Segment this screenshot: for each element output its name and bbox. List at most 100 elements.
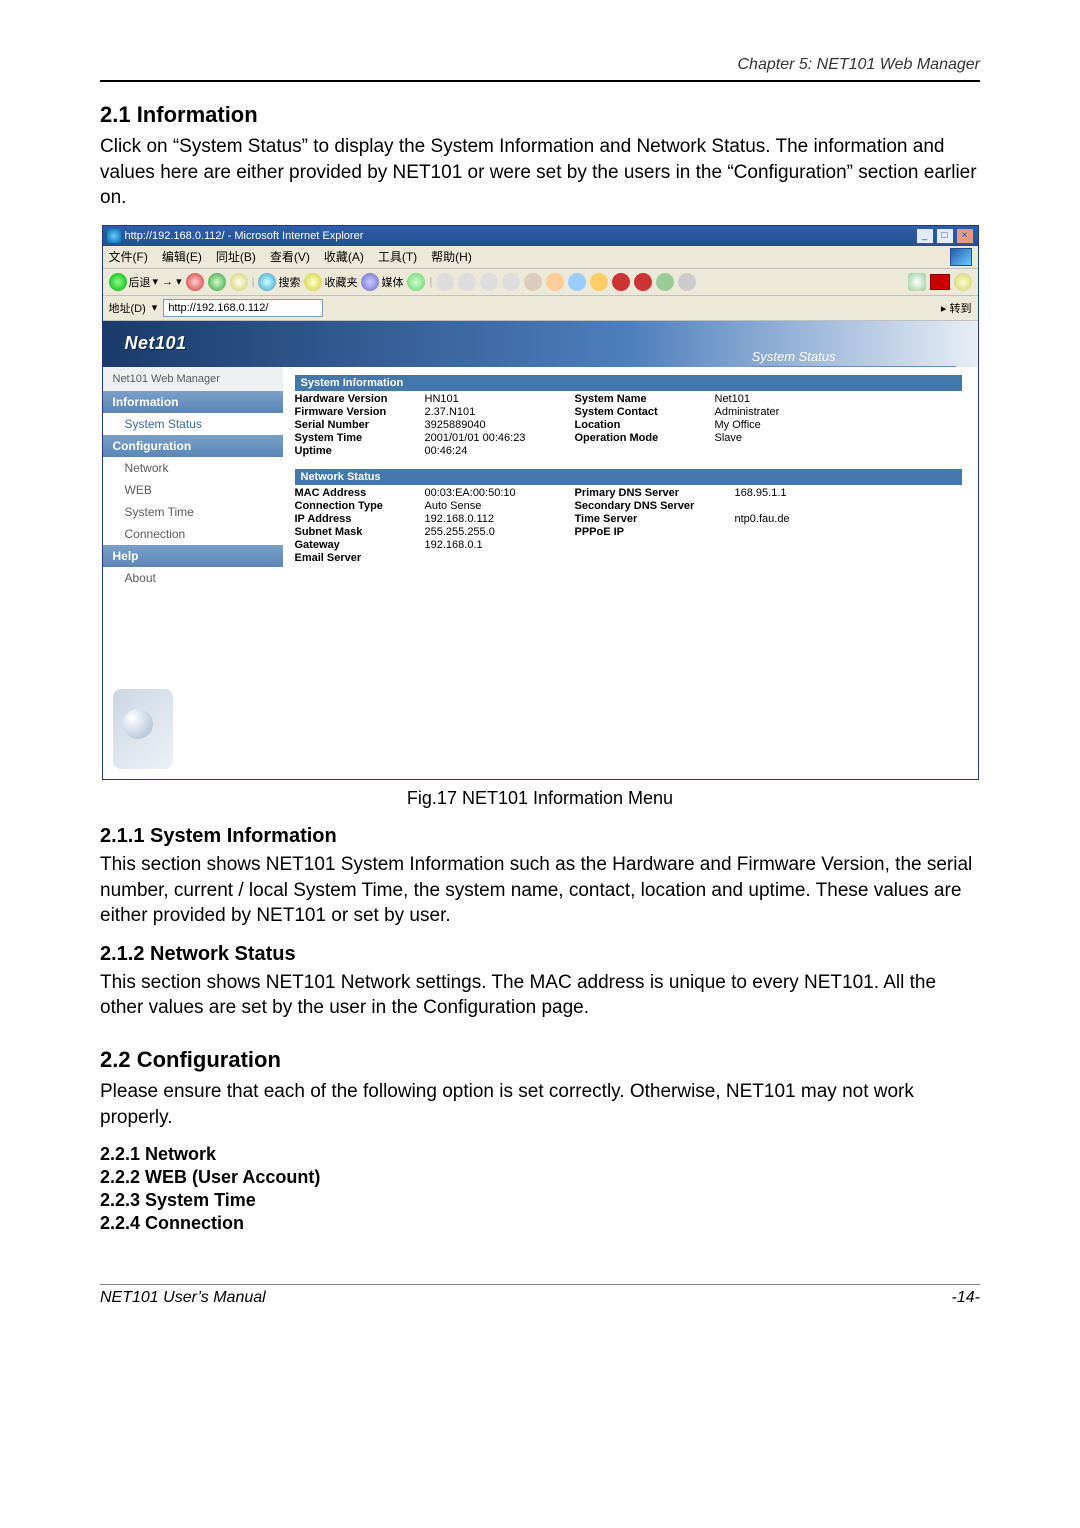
section-2-2-para: Please ensure that each of the following… xyxy=(100,1079,980,1130)
net101-banner: Net101 System Status xyxy=(103,321,978,367)
section-2-1-2-title: 2.1.2 Network Status xyxy=(100,943,980,966)
stop-icon[interactable] xyxy=(186,273,204,291)
maximize-button[interactable]: □ xyxy=(936,228,954,244)
edit-icon[interactable] xyxy=(480,273,498,291)
ie-window-title: http://192.168.0.112/ - Microsoft Intern… xyxy=(125,230,364,242)
ie-titlebar: http://192.168.0.112/ - Microsoft Intern… xyxy=(103,226,978,246)
ext-icon-3[interactable] xyxy=(954,273,972,291)
value-ip-address: 192.168.0.112 xyxy=(425,513,575,525)
toolbar-icon-a[interactable] xyxy=(524,273,542,291)
panel-title-network-status: Network Status xyxy=(295,469,962,485)
ext-icon-2[interactable] xyxy=(930,274,950,290)
close-button[interactable]: × xyxy=(956,228,974,244)
address-input[interactable] xyxy=(163,299,323,317)
panel-title-system-information: System Information xyxy=(295,375,962,391)
footer-page: -14- xyxy=(952,1289,980,1307)
forward-button[interactable]: → ▾ xyxy=(162,275,182,288)
ie-throbber-icon xyxy=(950,248,972,266)
sidebar: Net101 Web Manager Information System St… xyxy=(103,367,283,779)
value-secondary-dns xyxy=(735,500,855,512)
value-firmware-version: 2.37.N101 xyxy=(425,406,575,418)
value-primary-dns: 168.95.1.1 xyxy=(735,487,855,499)
section-2-1-title: 2.1 Information xyxy=(100,102,980,128)
media-button[interactable]: 媒体 xyxy=(361,273,403,291)
ie-window: http://192.168.0.112/ - Microsoft Intern… xyxy=(102,225,979,780)
chapter-header: Chapter 5: NET101 Web Manager xyxy=(100,56,980,82)
network-status-table: MAC Address 00:03:EA:00:50:10 Primary DN… xyxy=(295,487,962,564)
value-subnet-mask: 255.255.255.0 xyxy=(425,526,575,538)
label-system-time: System Time xyxy=(295,432,425,444)
toolbar-icon-f[interactable] xyxy=(634,273,652,291)
sidebar-item-connection[interactable]: Connection xyxy=(103,523,283,545)
label-connection-type: Connection Type xyxy=(295,500,425,512)
toolbar-icon-c[interactable] xyxy=(568,273,586,291)
go-button[interactable]: ▸ 转到 xyxy=(941,300,972,316)
section-2-2-4: 2.2.4 Connection xyxy=(100,1213,980,1234)
toolbar-icon-b[interactable] xyxy=(546,273,564,291)
sidebar-item-system-time[interactable]: System Time xyxy=(103,501,283,523)
discuss-icon[interactable] xyxy=(502,273,520,291)
sidebar-item-system-status[interactable]: System Status xyxy=(103,413,283,435)
value-uptime: 00:46:24 xyxy=(425,445,575,457)
menu-help[interactable]: 帮助(H) xyxy=(431,248,472,266)
label-firmware-version: Firmware Version xyxy=(295,406,425,418)
minimize-button[interactable]: _ xyxy=(916,228,934,244)
value-system-name: Net101 xyxy=(715,393,835,405)
sidebar-section-information: Information xyxy=(103,391,283,413)
toolbar-icon-h[interactable] xyxy=(678,273,696,291)
net101-brand: Net101 xyxy=(103,333,187,354)
ie-menubar: 文件(F) 编辑(E) 同址(B) 查看(V) 收藏(A) 工具(T) 帮助(H… xyxy=(103,246,978,269)
label-gateway: Gateway xyxy=(295,539,425,551)
address-label: 地址(D) xyxy=(109,300,146,316)
menu-edit[interactable]: 编辑(E) xyxy=(162,248,202,266)
favorites-button[interactable]: 收藏夹 xyxy=(304,273,357,291)
refresh-icon[interactable] xyxy=(208,273,226,291)
label-mac-address: MAC Address xyxy=(295,487,425,499)
label-email-server: Email Server xyxy=(295,552,425,564)
label-system-name: System Name xyxy=(575,393,715,405)
section-2-2-2: 2.2.2 WEB (User Account) xyxy=(100,1167,980,1188)
value-hardware-version: HN101 xyxy=(425,393,575,405)
sidebar-device-image xyxy=(113,689,173,769)
sidebar-section-configuration: Configuration xyxy=(103,435,283,457)
ie-logo-icon xyxy=(107,229,121,243)
figure-caption: Fig.17 NET101 Information Menu xyxy=(100,788,980,809)
value-connection-type: Auto Sense xyxy=(425,500,575,512)
section-2-1-1-title: 2.1.1 System Information xyxy=(100,825,980,848)
label-serial-number: Serial Number xyxy=(295,419,425,431)
banner-status-label: System Status xyxy=(752,349,956,367)
label-secondary-dns: Secondary DNS Server xyxy=(575,500,735,512)
value-location: My Office xyxy=(715,419,835,431)
label-ip-address: IP Address xyxy=(295,513,425,525)
label-system-contact: System Contact xyxy=(575,406,715,418)
menu-view[interactable]: 查看(V) xyxy=(270,248,310,266)
value-system-time: 2001/01/01 00:46:23 xyxy=(425,432,575,444)
sidebar-section-help: Help xyxy=(103,545,283,567)
sidebar-item-web[interactable]: WEB xyxy=(103,479,283,501)
label-time-server: Time Server xyxy=(575,513,735,525)
back-button[interactable]: 后退 ▾ xyxy=(109,273,159,291)
print-icon[interactable] xyxy=(458,273,476,291)
mail-icon[interactable] xyxy=(436,273,454,291)
menu-goto[interactable]: 同址(B) xyxy=(216,248,256,266)
chapter-title: Chapter 5: NET101 Web Manager xyxy=(738,56,981,74)
sidebar-item-network[interactable]: Network xyxy=(103,457,283,479)
sidebar-caption: Net101 Web Manager xyxy=(103,367,283,391)
history-icon[interactable] xyxy=(407,273,425,291)
footer-manual: NET101 User’s Manual xyxy=(100,1289,266,1307)
label-hardware-version: Hardware Version xyxy=(295,393,425,405)
menu-tools[interactable]: 工具(T) xyxy=(378,248,417,266)
toolbar-icon-e[interactable] xyxy=(612,273,630,291)
value-system-contact: Administrater xyxy=(715,406,835,418)
section-2-2-3: 2.2.3 System Time xyxy=(100,1190,980,1211)
menu-fav[interactable]: 收藏(A) xyxy=(324,248,364,266)
menu-file[interactable]: 文件(F) xyxy=(109,248,148,266)
toolbar-icon-d[interactable] xyxy=(590,273,608,291)
toolbar-icon-g[interactable] xyxy=(656,273,674,291)
home-icon[interactable] xyxy=(230,273,248,291)
label-location: Location xyxy=(575,419,715,431)
ext-icon-1[interactable] xyxy=(908,273,926,291)
search-button[interactable]: 搜索 xyxy=(258,273,300,291)
system-information-table: Hardware Version HN101 System Name Net10… xyxy=(295,393,962,457)
sidebar-item-about[interactable]: About xyxy=(103,567,283,589)
